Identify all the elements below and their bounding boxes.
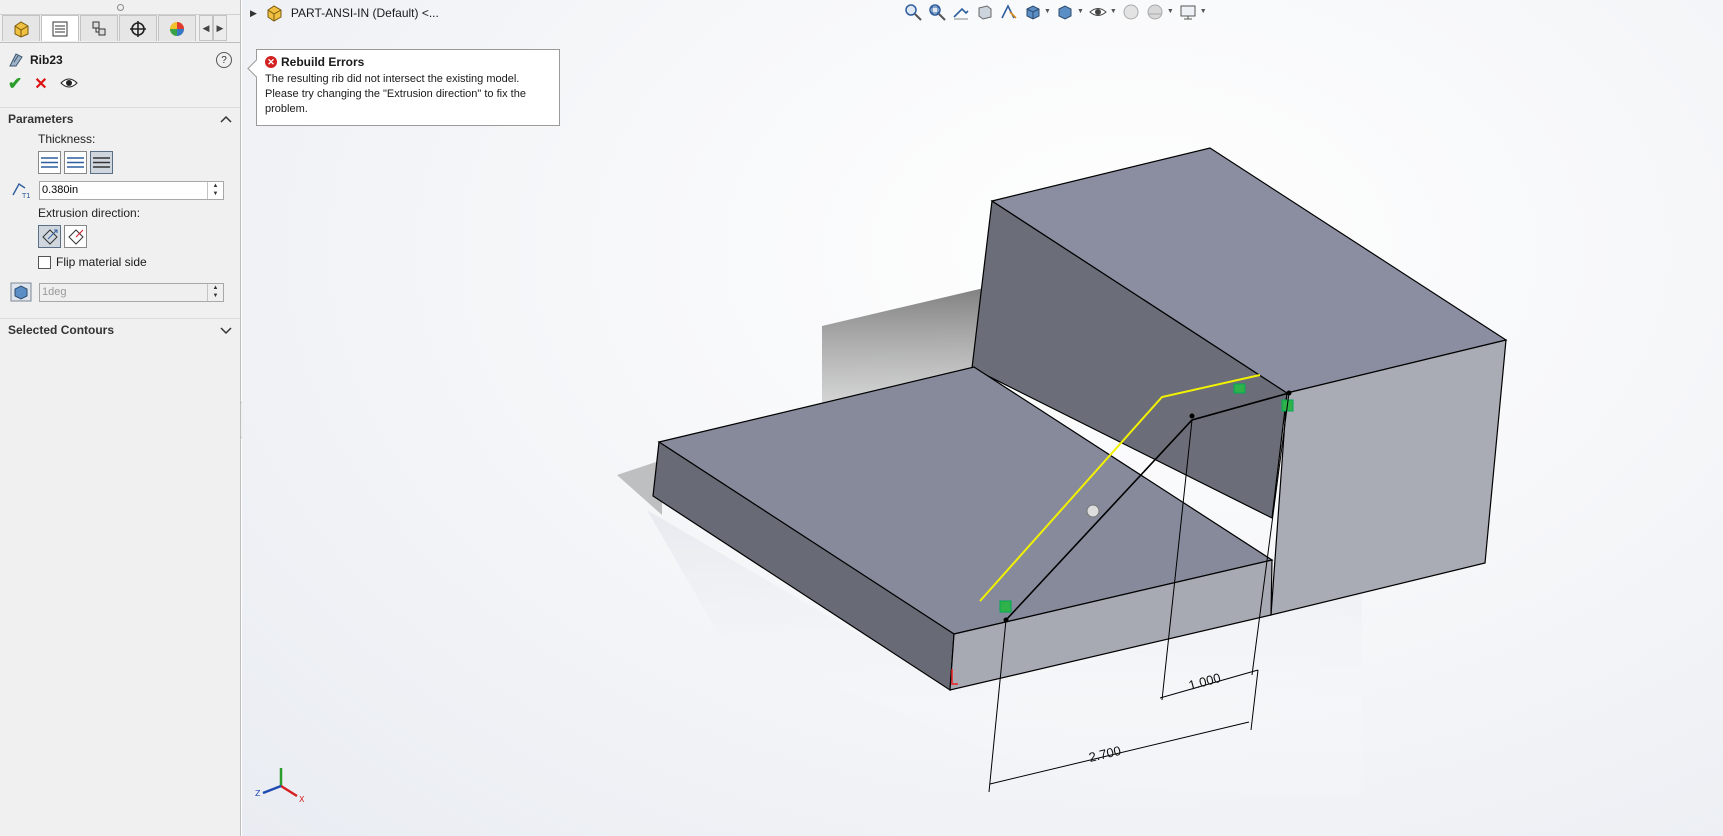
tab-feature-manager[interactable] [2, 15, 40, 41]
tab-dimxpert-manager[interactable] [119, 15, 157, 41]
flip-material-checkbox[interactable] [38, 255, 51, 269]
draft-icon[interactable] [10, 282, 32, 302]
thickness-row: T1 ▲▼ [0, 176, 240, 204]
spin-up-icon[interactable]: ▲ [213, 285, 219, 291]
selected-contours-section-header[interactable]: Selected Contours [0, 318, 240, 341]
extrusion-direction-options [0, 222, 240, 250]
triad-z-label: Z [255, 789, 261, 798]
horizontal-relation-icon [1233, 383, 1246, 394]
draft-row: ▲▼ [0, 278, 240, 306]
draft-spinner[interactable]: ▲ ▼ [207, 283, 223, 301]
cancel-button[interactable]: ✕ [34, 74, 47, 94]
parameters-label: Parameters [8, 112, 74, 126]
eye-icon [59, 78, 78, 87]
thickness-input[interactable] [40, 183, 204, 197]
coincident-relation-icon [999, 600, 1012, 613]
tab-display-manager[interactable] [158, 15, 196, 41]
feature-header: Rib23 ? [0, 47, 240, 73]
tab-scroll: ◀ ▶ [199, 15, 227, 42]
spin-up-icon[interactable]: ▲ [213, 183, 219, 189]
thickness-first-side-icon [41, 156, 58, 168]
thickness-spinner[interactable]: ▲ ▼ [207, 181, 223, 199]
reference-triad: Y X Z [255, 768, 305, 804]
action-row: ✔ ✕ [0, 73, 240, 95]
tab-scroll-right-icon[interactable]: ▶ [213, 15, 227, 41]
selected-contours-label: Selected Contours [8, 323, 115, 337]
tab-configuration-manager[interactable] [80, 15, 118, 41]
sketch-point [1189, 413, 1195, 419]
tab-scroll-left-icon[interactable]: ◀ [199, 15, 213, 41]
thickness-dimension-icon: T1 [12, 182, 30, 199]
property-manager-panel: ◀ ▶ Rib23 ? ✔ ✕ Parameters Thickness: T1 [0, 0, 241, 836]
parameters-section-header[interactable]: Parameters [0, 107, 240, 130]
tab-property-manager[interactable] [41, 15, 79, 41]
draft-input-wrapper: ▲▼ [39, 282, 224, 302]
grip-dot-icon [116, 3, 124, 11]
normal-to-sketch-button[interactable] [64, 224, 87, 248]
thickness-label: Thickness: [38, 132, 96, 146]
graphics-viewport[interactable]: ▶ PART-ANSI-IN (Default) <... ▼ ▼ ▼ ▼ ▼ … [242, 0, 1723, 836]
triad-x-label: X [299, 795, 305, 804]
flip-material-label: Flip material side [56, 255, 147, 269]
manager-tabs: ◀ ▶ [0, 15, 240, 43]
rib-icon [9, 53, 23, 67]
thickness-options [0, 148, 240, 176]
model-scene[interactable]: 1.000 2.700 [242, 0, 1723, 836]
svg-text:T1: T1 [21, 192, 30, 199]
chevron-up-icon [220, 115, 232, 123]
thickness-both-sides-icon [67, 156, 84, 168]
panel-grip[interactable] [0, 0, 240, 15]
extrusion-direction-label: Extrusion direction: [38, 206, 141, 220]
draft-angle-input[interactable] [40, 285, 204, 299]
ok-button[interactable]: ✔ [8, 74, 22, 94]
thickness-both-sides-button[interactable] [64, 150, 87, 174]
chevron-down-icon [220, 327, 232, 335]
help-icon[interactable]: ? [216, 52, 232, 68]
configuration-manager-icon [92, 21, 106, 35]
feature-title: Rib23 [30, 53, 63, 67]
crosshair-icon [130, 20, 146, 37]
thickness-first-side-button[interactable] [38, 150, 61, 174]
flip-material-row: Flip material side [0, 250, 240, 274]
feature-manager-icon [14, 20, 29, 38]
property-manager-icon [52, 21, 68, 36]
thickness-second-side-icon [93, 156, 110, 168]
spin-down-icon[interactable]: ▼ [213, 293, 219, 299]
preview-button[interactable] [59, 76, 78, 93]
parallel-to-sketch-icon [42, 228, 58, 245]
normal-to-sketch-icon [68, 228, 84, 245]
cursor-rotate-icon [1086, 504, 1100, 518]
parallel-to-sketch-button[interactable] [38, 224, 61, 248]
display-manager-icon [170, 21, 184, 36]
thickness-input-wrapper: ▲▼ [39, 180, 224, 200]
spin-down-icon[interactable]: ▼ [213, 191, 219, 197]
thickness-second-side-button[interactable] [90, 150, 113, 174]
